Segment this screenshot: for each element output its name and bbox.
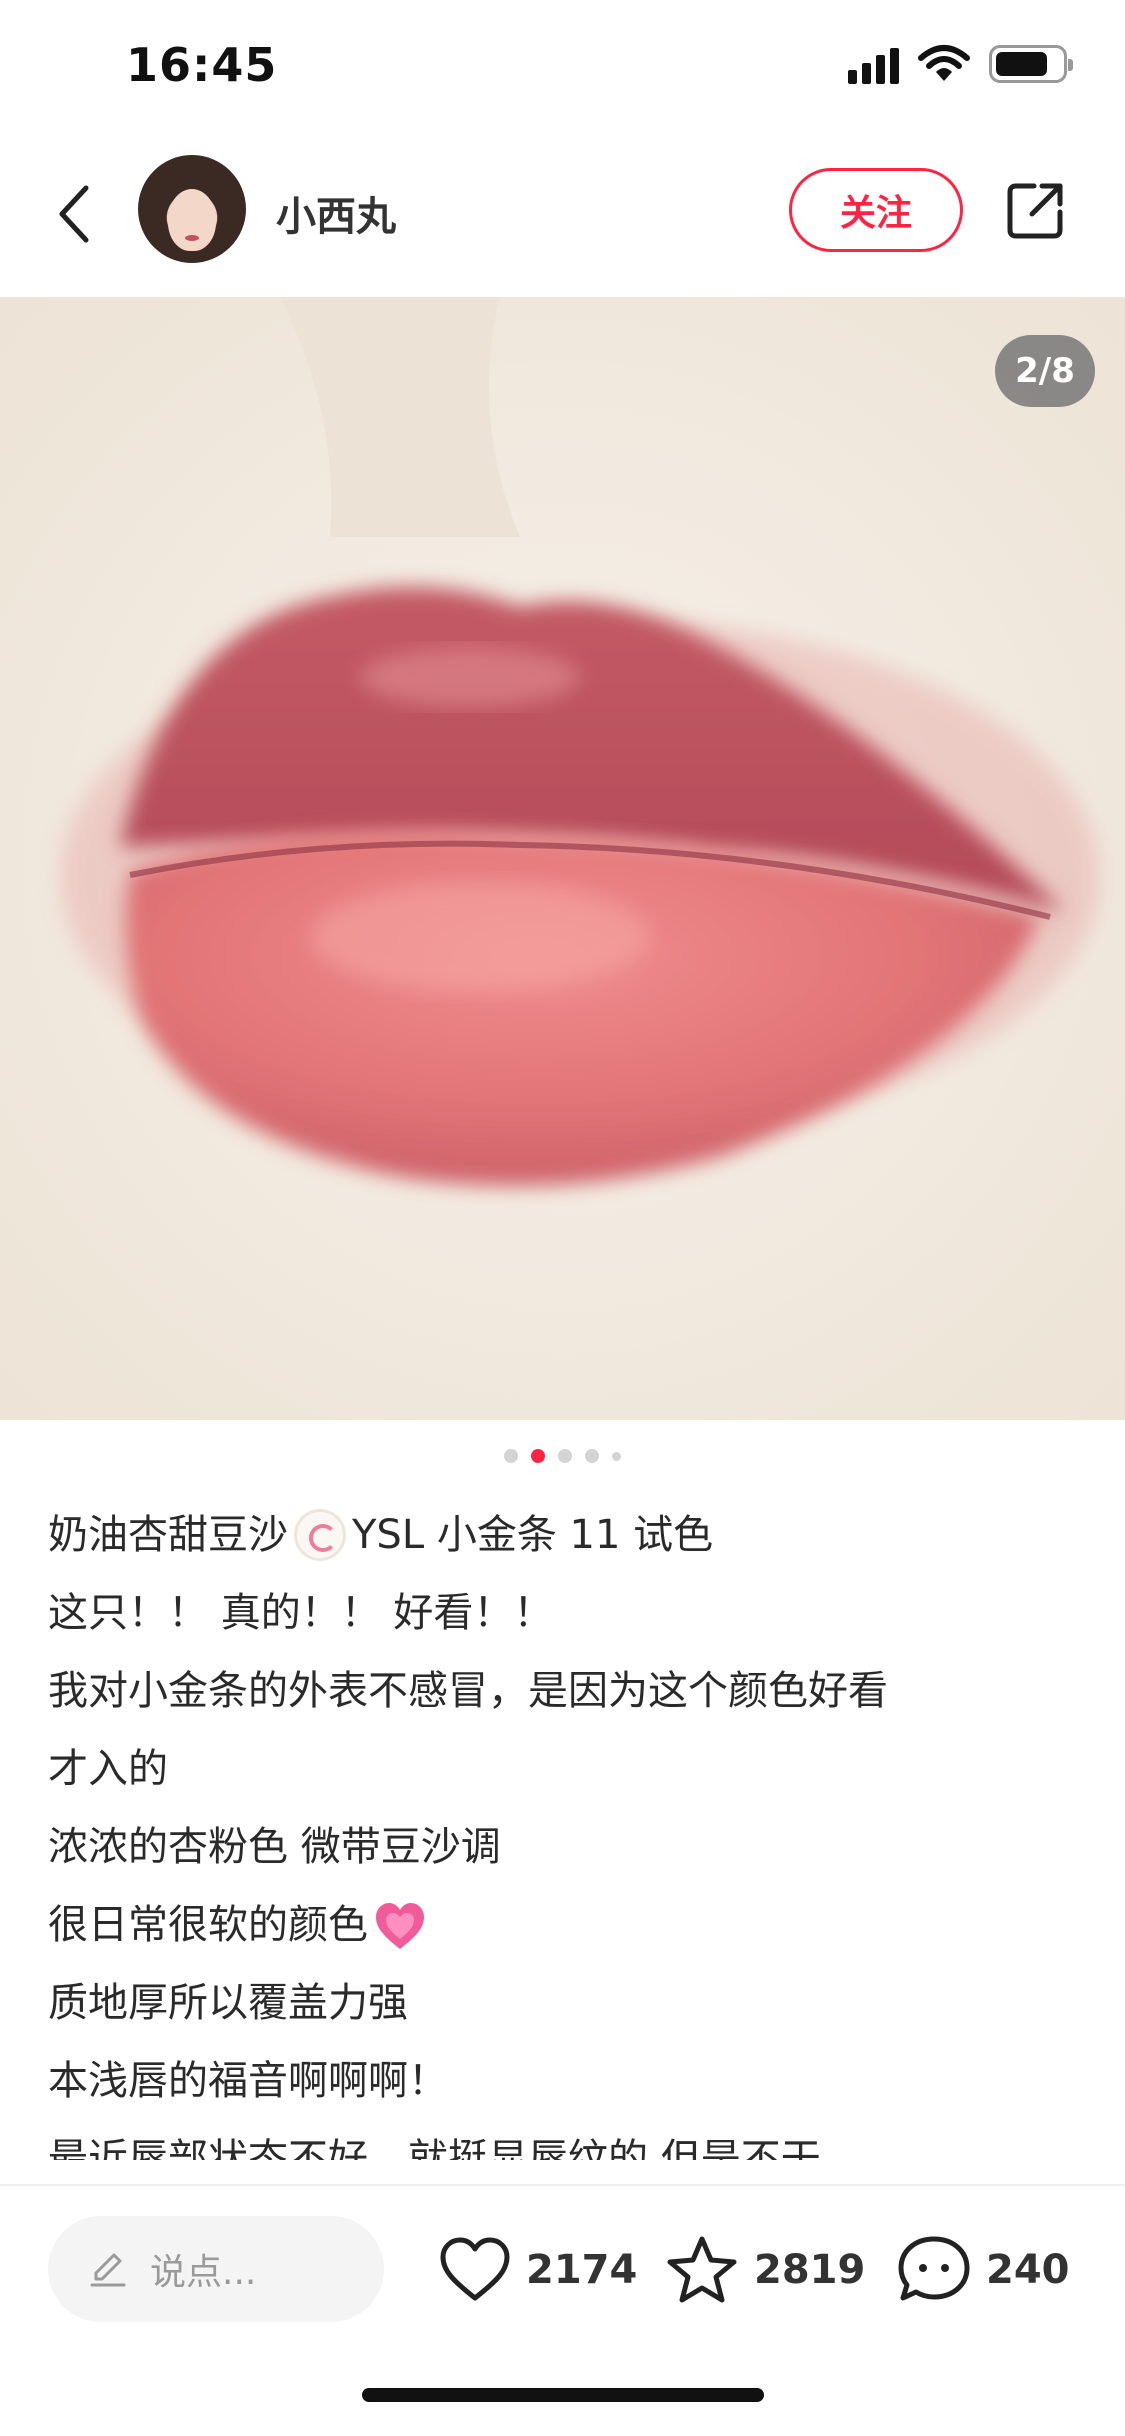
share-button[interactable]: [1004, 178, 1068, 242]
comment-bubble-icon: [898, 2236, 970, 2301]
pencil-icon: [90, 2253, 126, 2287]
post-title-part: 奶油杏甜豆沙: [48, 1512, 288, 1558]
like-count: 2174: [526, 2247, 638, 2293]
carousel-dots: [0, 1449, 1125, 1463]
star-icon: [667, 2236, 737, 2303]
post-line: 才入的: [48, 1746, 168, 1792]
post-line: 最近唇部状态不好，就挺显唇纹的 但是不干: [48, 2136, 821, 2160]
comment-input[interactable]: 说点...: [48, 2216, 384, 2322]
post-line: 质地厚所以覆盖力强: [48, 1980, 408, 2026]
narutomaki-emoji: [294, 1509, 346, 1561]
post-content: 奶油杏甜豆沙 YSL 小金条 11 试色 这只！！ 真的！！ 好看！！ 我对小金…: [48, 1496, 1088, 2160]
status-bar: 16:45: [0, 0, 1125, 132]
post-title: 奶油杏甜豆沙 YSL 小金条 11 试色: [48, 1496, 1088, 1574]
follow-button[interactable]: 关注: [789, 168, 963, 252]
comment-button[interactable]: 240: [896, 2234, 1070, 2306]
carousel-dot[interactable]: [558, 1449, 572, 1463]
carousel-dot[interactable]: [612, 1451, 621, 1461]
back-button[interactable]: [44, 174, 104, 254]
lip-swatch-image: [0, 297, 1125, 1420]
back-icon: [59, 185, 89, 243]
image-carousel[interactable]: 2/8: [0, 297, 1125, 1420]
avatar-lips: [185, 235, 199, 241]
carousel-dot[interactable]: [504, 1449, 518, 1463]
status-icons: [848, 44, 1073, 84]
status-time: 16:45: [126, 38, 278, 92]
page-indicator: 2/8: [995, 335, 1095, 407]
collect-button[interactable]: 2819: [664, 2234, 865, 2306]
battery-icon: [989, 45, 1073, 83]
post-line: 我对小金条的外表不感冒，是因为这个颜色好看: [48, 1668, 888, 1714]
post-line-text: 很日常很软的颜色: [48, 1902, 368, 1948]
collect-count: 2819: [754, 2247, 866, 2293]
post-header: 小西丸 关注: [0, 132, 1125, 297]
signal-icon: [848, 44, 899, 84]
wifi-icon: [918, 45, 970, 81]
post-line: 很日常很软的颜色: [48, 1886, 1088, 1964]
like-button[interactable]: 2174: [438, 2234, 637, 2306]
home-indicator[interactable]: [362, 2388, 764, 2402]
battery-level: [996, 52, 1047, 76]
share-icon: [1007, 183, 1063, 239]
comment-count: 240: [986, 2247, 1070, 2293]
post-line: 浓浓的杏粉色 微带豆沙调: [48, 1824, 501, 1870]
heart-icon: [440, 2237, 510, 2301]
author-name[interactable]: 小西丸: [276, 184, 396, 242]
avatar-face: [168, 189, 216, 251]
comment-placeholder: 说点...: [150, 2252, 257, 2293]
growing-heart-emoji: [376, 1903, 424, 1949]
avatar[interactable]: [138, 155, 246, 263]
carousel-dot-active[interactable]: [531, 1449, 545, 1463]
post-line: 这只！！ 真的！！ 好看！！: [48, 1590, 554, 1636]
carousel-dot[interactable]: [585, 1449, 599, 1463]
post-line: 本浅唇的福音啊啊啊！: [48, 2058, 448, 2104]
post-title-part: YSL 小金条 11 试色: [352, 1512, 714, 1558]
